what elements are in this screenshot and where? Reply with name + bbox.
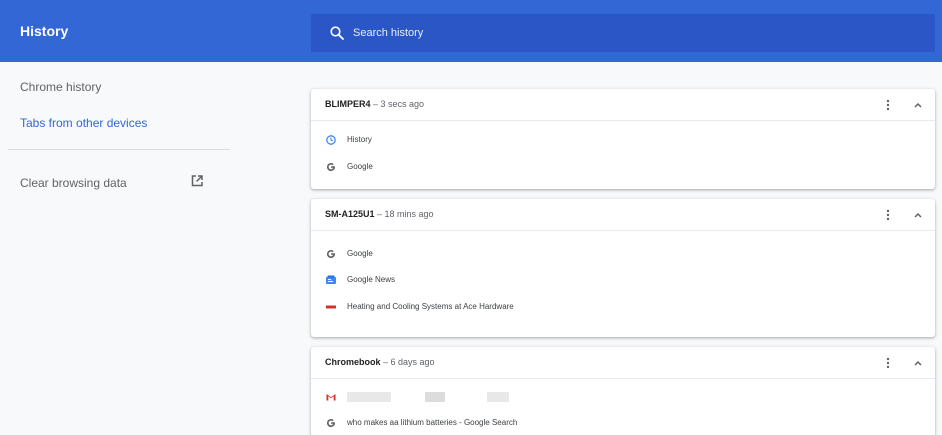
sidebar-item-tabs-from-other-devices[interactable]: Tabs from other devices bbox=[20, 116, 147, 130]
clear-browsing-data-link[interactable]: Clear browsing data bbox=[20, 174, 210, 194]
device-title: Chromebook – 6 days ago bbox=[325, 357, 435, 367]
ace-hardware-favicon bbox=[326, 305, 336, 309]
entry-title: Google bbox=[347, 249, 373, 258]
google-favicon bbox=[327, 250, 336, 259]
device-last-active: – 3 secs ago bbox=[370, 99, 425, 109]
device-card-chromebook: Chromebook – 6 days ago who makes aa lit… bbox=[311, 347, 935, 435]
clear-browsing-data-label: Clear browsing data bbox=[20, 176, 127, 190]
more-vert-icon[interactable] bbox=[881, 98, 895, 112]
redacted-text bbox=[487, 392, 509, 402]
more-vert-icon[interactable] bbox=[881, 208, 895, 222]
google-favicon bbox=[327, 163, 336, 172]
device-card-header: SM-A125U1 – 18 mins ago bbox=[311, 199, 935, 231]
history-entry[interactable]: who makes aa lithium batteries - Google … bbox=[325, 417, 915, 431]
entry-title: Google bbox=[347, 162, 373, 171]
device-title: SM-A125U1 – 18 mins ago bbox=[325, 209, 434, 219]
history-clock-icon bbox=[326, 135, 336, 145]
entry-title: Heating and Cooling Systems at Ace Hardw… bbox=[347, 302, 514, 311]
device-last-active: – 6 days ago bbox=[380, 357, 435, 367]
history-entry[interactable]: Google News bbox=[325, 274, 915, 288]
search-input[interactable] bbox=[353, 22, 913, 44]
entry-title: who makes aa lithium batteries - Google … bbox=[347, 418, 518, 427]
more-vert-icon[interactable] bbox=[881, 356, 895, 370]
sidebar: Chrome history Tabs from other devices C… bbox=[0, 62, 290, 435]
device-name: Chromebook bbox=[325, 357, 381, 367]
device-title: BLIMPER4 – 3 secs ago bbox=[325, 99, 424, 109]
history-entry[interactable]: Google bbox=[325, 161, 915, 175]
history-entry[interactable] bbox=[325, 391, 915, 405]
open-in-new-icon[interactable] bbox=[190, 174, 204, 188]
chevron-up-icon[interactable] bbox=[911, 98, 925, 112]
google-news-favicon bbox=[326, 275, 336, 284]
sidebar-divider bbox=[8, 149, 230, 150]
device-last-active: – 18 mins ago bbox=[374, 209, 434, 219]
search-icon[interactable] bbox=[329, 25, 345, 41]
device-name: BLIMPER4 bbox=[325, 99, 371, 109]
entry-title: History bbox=[347, 135, 372, 144]
google-favicon bbox=[327, 419, 336, 428]
redacted-text bbox=[425, 392, 445, 402]
history-entry[interactable]: Heating and Cooling Systems at Ace Hardw… bbox=[325, 301, 915, 315]
device-card-blimper4: BLIMPER4 – 3 secs ago History Google bbox=[311, 89, 935, 189]
search-box[interactable] bbox=[311, 14, 935, 52]
history-entry[interactable]: Google bbox=[325, 248, 915, 262]
entry-title: Google News bbox=[347, 275, 396, 284]
page-title: History bbox=[20, 23, 69, 39]
device-history-list: BLIMPER4 – 3 secs ago History Google SM-… bbox=[311, 62, 935, 435]
gmail-favicon bbox=[326, 394, 336, 401]
toolbar: History bbox=[0, 0, 942, 62]
redacted-text bbox=[347, 392, 391, 402]
chevron-up-icon[interactable] bbox=[911, 208, 925, 222]
sidebar-item-chrome-history[interactable]: Chrome history bbox=[20, 80, 101, 94]
device-card-header: Chromebook – 6 days ago bbox=[311, 347, 935, 379]
history-entry[interactable]: History bbox=[325, 134, 915, 148]
chevron-up-icon[interactable] bbox=[911, 356, 925, 370]
device-name: SM-A125U1 bbox=[325, 209, 375, 219]
device-card-header: BLIMPER4 – 3 secs ago bbox=[311, 89, 935, 121]
device-card-sm-a125u1: SM-A125U1 – 18 mins ago Google Google Ne… bbox=[311, 199, 935, 337]
